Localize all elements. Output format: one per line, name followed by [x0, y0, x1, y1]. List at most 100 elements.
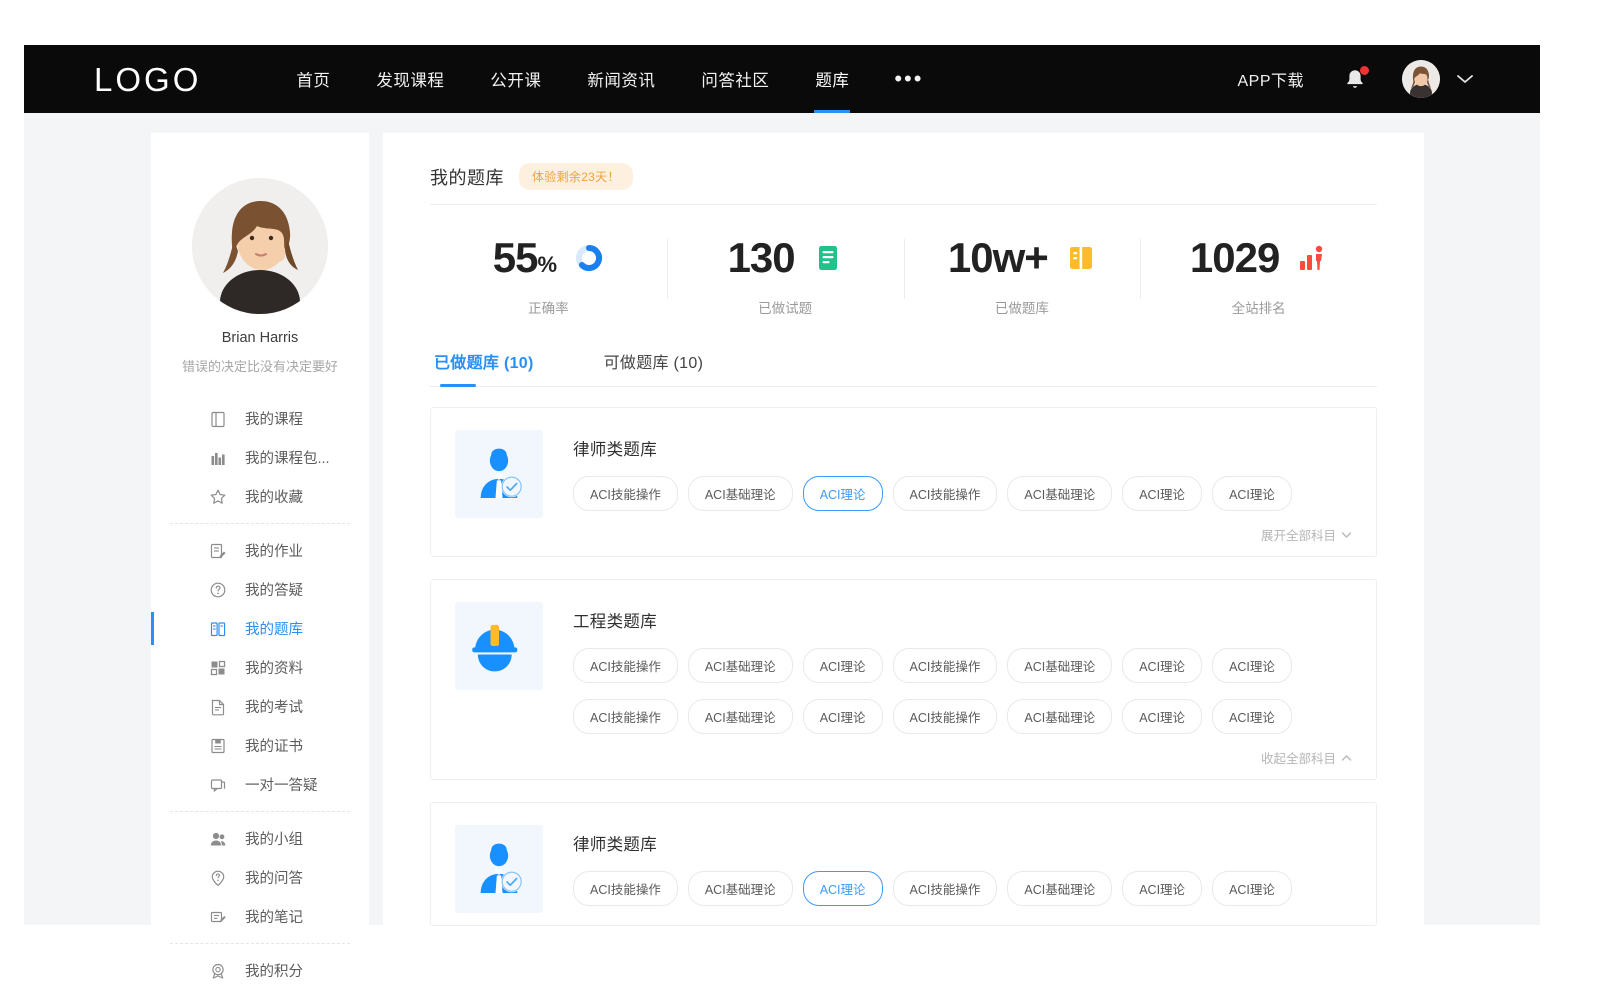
subject-tag-label: ACI技能操作 — [590, 711, 661, 725]
sidebar-item-4[interactable]: 我的作业 — [151, 531, 369, 570]
certificate-icon — [209, 737, 227, 755]
sidebar-item-7[interactable]: 我的资料 — [151, 648, 369, 687]
avatar[interactable] — [1402, 60, 1440, 98]
page-title: 我的题库 — [430, 164, 504, 190]
nav-item-2[interactable]: 公开课 — [467, 45, 564, 113]
nav-item-4[interactable]: 问答社区 — [678, 45, 792, 113]
nav-item-1[interactable]: 发现课程 — [353, 45, 467, 113]
sidebar-item-8[interactable]: 我的考试 — [151, 687, 369, 726]
question-bank-card[interactable]: 律师类题库ACI技能操作ACI基础理论ACI理论ACI技能操作ACI基础理论AC… — [430, 407, 1377, 557]
menu-separator — [170, 943, 350, 944]
subject-tag[interactable]: ACI理论 — [1212, 648, 1292, 683]
subject-tag[interactable]: ACI基础理论 — [1007, 648, 1112, 683]
notification-button[interactable] — [1344, 68, 1366, 91]
stat-value-row: 10w+ — [948, 237, 1096, 279]
exam-paper-icon — [209, 698, 227, 716]
subject-tag-label: ACI理论 — [820, 488, 866, 502]
sidebar-item-label: 我的收藏 — [245, 486, 303, 507]
nav-item-3[interactable]: 新闻资讯 — [564, 45, 678, 113]
subject-tag[interactable]: ACI理论 — [803, 699, 883, 734]
account-menu-button[interactable] — [1456, 73, 1474, 85]
points-icon — [209, 962, 227, 980]
card-title: 律师类题库 — [573, 831, 1352, 855]
sidebar-item-label: 一对一答疑 — [245, 774, 318, 795]
question-bank-icon — [209, 620, 227, 638]
subject-tag[interactable]: ACI理论 — [803, 476, 883, 511]
more-nav-icon[interactable]: ••• — [872, 45, 945, 113]
red-rank-chart-icon — [1297, 243, 1327, 273]
sidebar-item-1[interactable]: 我的课程包... — [151, 438, 369, 477]
chevron-up-icon — [1341, 754, 1352, 762]
sidebar-item-10[interactable]: 一对一答疑 — [151, 765, 369, 804]
subject-tag[interactable]: ACI技能操作 — [573, 871, 678, 906]
stat-value-number: 55 — [493, 234, 538, 281]
subject-tag[interactable]: ACI技能操作 — [893, 871, 998, 906]
sidebar-item-0[interactable]: 我的课程 — [151, 399, 369, 438]
sidebar-item-6[interactable]: 我的题库 — [151, 609, 369, 648]
subject-tag[interactable]: ACI理论 — [803, 648, 883, 683]
subject-tag[interactable]: ACI理论 — [1122, 648, 1202, 683]
subject-tag[interactable]: ACI技能操作 — [893, 648, 998, 683]
subject-tag[interactable]: ACI基础理论 — [1007, 871, 1112, 906]
nav-item-0[interactable]: 首页 — [273, 45, 353, 113]
sidebar-item-14[interactable]: 我的笔记 — [151, 897, 369, 936]
subject-tag[interactable]: ACI技能操作 — [573, 476, 678, 511]
grid-icon — [209, 659, 227, 677]
subject-tag[interactable]: ACI理论 — [803, 871, 883, 906]
toggle-subjects-link[interactable]: 收起全部科目 — [573, 748, 1352, 767]
sidebar-item-label: 我的问答 — [245, 867, 303, 888]
subject-tag[interactable]: ACI技能操作 — [893, 699, 998, 734]
question-bank-card[interactable]: 律师类题库ACI技能操作ACI基础理论ACI理论ACI技能操作ACI基础理论AC… — [430, 802, 1377, 926]
subject-tag[interactable]: ACI基础理论 — [1007, 699, 1112, 734]
sidebar-item-5[interactable]: 我的答疑 — [151, 570, 369, 609]
subject-tag[interactable]: ACI基础理论 — [688, 476, 793, 511]
subject-tag[interactable]: ACI基础理论 — [688, 648, 793, 683]
site-logo[interactable]: LOGO — [94, 63, 201, 96]
tab-1[interactable]: 可做题库 (10) — [600, 349, 708, 386]
subject-tag[interactable]: ACI理论 — [1212, 476, 1292, 511]
subject-tag-row: ACI技能操作 ACI基础理论 ACI理论 ACI技能操作 ACI基础理论 ACI理论 AC… — [573, 871, 1352, 906]
points-icon — [209, 962, 227, 980]
subject-tag-label: ACI理论 — [1229, 660, 1275, 674]
sidebar-item-12[interactable]: 我的小组 — [151, 819, 369, 858]
tab-label: 可做题库 (10) — [604, 355, 704, 372]
subject-tag[interactable]: ACI理论 — [1212, 871, 1292, 906]
sidebar-item-2[interactable]: 我的收藏 — [151, 477, 369, 516]
app-download-link[interactable]: APP下载 — [1237, 67, 1304, 91]
chevron-down-icon — [1341, 531, 1352, 539]
subject-tag[interactable]: ACI基础理论 — [688, 699, 793, 734]
books-icon — [209, 449, 227, 467]
question-bank-card[interactable]: 工程类题库ACI技能操作ACI基础理论ACI理论ACI技能操作ACI基础理论AC… — [430, 579, 1377, 780]
toggle-subjects-link[interactable]: 展开全部科目 — [573, 525, 1352, 544]
sidebar-item-16[interactable]: 我的积分 — [151, 951, 369, 990]
sidebar-item-label: 我的作业 — [245, 540, 303, 561]
sidebar-item-label: 我的答疑 — [245, 579, 303, 600]
stats-row: 55%正确率130已做试题10w+已做题库1029全站排名 — [430, 227, 1377, 321]
nav-item-label: 公开课 — [490, 67, 541, 91]
sidebar-item-label: 我的笔记 — [245, 906, 303, 927]
stat-label: 全站排名 — [1232, 297, 1286, 317]
book-icon — [209, 410, 227, 428]
subject-tag[interactable]: ACI基础理论 — [688, 871, 793, 906]
nav-item-label: 首页 — [296, 67, 330, 91]
subject-tag[interactable]: ACI理论 — [1122, 699, 1202, 734]
nav-item-label: 新闻资讯 — [587, 67, 655, 91]
subject-tag[interactable]: ACI理论 — [1122, 476, 1202, 511]
nav-item-5[interactable]: 题库 — [792, 45, 872, 113]
subject-tag[interactable]: ACI理论 — [1212, 699, 1292, 734]
lawyer-icon — [455, 430, 543, 518]
tab-0[interactable]: 已做题库 (10) — [430, 349, 538, 386]
sidebar-item-13[interactable]: 我的问答 — [151, 858, 369, 897]
main-navigation: 首页发现课程公开课 新闻资讯问答社区题库 — [273, 45, 872, 113]
sidebar-item-9[interactable]: 我的证书 — [151, 726, 369, 765]
subject-tag[interactable]: ACI技能操作 — [573, 699, 678, 734]
tab-label: 已做题库 (10) — [434, 355, 534, 372]
subject-tag[interactable]: ACI技能操作 — [893, 476, 998, 511]
subject-tag[interactable]: ACI技能操作 — [573, 648, 678, 683]
stat-value-row: 130 — [728, 237, 843, 279]
subject-tag-label: ACI理论 — [820, 660, 866, 674]
subject-tag-label: ACI基础理论 — [1024, 660, 1095, 674]
subject-tag[interactable]: ACI基础理论 — [1007, 476, 1112, 511]
subject-tag[interactable]: ACI理论 — [1122, 871, 1202, 906]
stat-value: 55% — [493, 237, 556, 279]
